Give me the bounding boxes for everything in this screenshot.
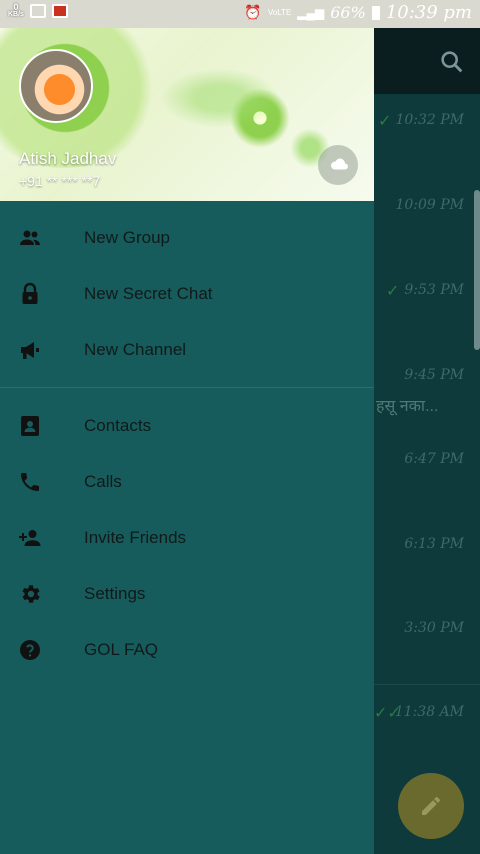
menu-divider [0, 387, 374, 388]
avatar[interactable] [19, 49, 93, 123]
menu-label: GOL FAQ [84, 640, 159, 659]
phone-icon [21, 473, 39, 491]
menu-label: Invite Friends [84, 528, 187, 547]
network-label: VoLTE [267, 8, 292, 17]
drawer-header: Atish Jadhav +91 ** *** **7 [0, 28, 374, 201]
chat-row[interactable]: 3:30 PM [374, 620, 480, 640]
chat-snippet: हसू नका... [376, 398, 439, 415]
menu-item-contacts[interactable]: Contacts [0, 398, 374, 454]
chat-time: 9:45 PM [404, 367, 464, 383]
menu-item-settings[interactable]: Settings [0, 566, 374, 622]
header-decoration [160, 68, 280, 128]
chat-row[interactable]: 9:45 PM [374, 367, 480, 387]
gear-icon [22, 585, 40, 603]
alarm-icon: ⏰ [244, 4, 262, 20]
signal-icon: ▂▄▆ [297, 5, 325, 20]
check-icon: ✓ [386, 283, 400, 300]
chat-time: 9:53 PM [404, 282, 464, 298]
gallery-icon [29, 4, 46, 18]
navigation-drawer: Atish Jadhav +91 ** *** **7 New Group Ne… [0, 28, 374, 854]
megaphone-icon [21, 342, 39, 359]
chat-row[interactable]: ✓✓ 11:38 AM [374, 704, 480, 724]
app-notification-icon [51, 4, 68, 18]
clock: 10:39 pm [385, 2, 472, 23]
chat-time: 11:38 AM [394, 704, 464, 720]
user-phone: +91 ** *** **7 [19, 173, 101, 189]
menu-item-new-channel[interactable]: New Channel [0, 322, 374, 378]
chat-time: 6:47 PM [404, 451, 464, 467]
battery-level: 66% [330, 3, 366, 22]
saved-messages-button[interactable] [318, 145, 358, 185]
chat-row[interactable]: 6:47 PM [374, 451, 480, 471]
cloud-icon [331, 158, 348, 170]
chat-divider [374, 684, 480, 685]
contact-card-icon [21, 416, 39, 436]
check-icon: ✓ [378, 113, 392, 130]
status-bar: 0 KB/s ⏰ VoLTE ▂▄▆ 66% 10:39 pm [0, 0, 480, 28]
menu-item-calls[interactable]: Calls [0, 454, 374, 510]
chat-time: 6:13 PM [404, 536, 464, 552]
chat-time: 10:09 PM [395, 197, 464, 213]
question-icon [20, 640, 40, 660]
menu-label: New Group [84, 228, 170, 247]
chat-row[interactable]: 10:09 PM [374, 197, 480, 217]
search-icon[interactable] [438, 48, 466, 76]
menu-item-new-group[interactable]: New Group [0, 210, 374, 266]
menu-label: New Channel [84, 340, 187, 359]
drawer-menu: New Group New Secret Chat New Channel Co [0, 210, 374, 678]
battery-icon [371, 5, 380, 20]
chat-row[interactable]: ✓ 10:32 PM [374, 112, 480, 132]
compose-button[interactable] [398, 773, 464, 839]
menu-item-faq[interactable]: GOL FAQ [0, 622, 374, 678]
add-person-icon [19, 530, 41, 546]
chat-row[interactable]: 6:13 PM [374, 536, 480, 556]
menu-label: Settings [84, 584, 146, 603]
menu-item-new-secret-chat[interactable]: New Secret Chat [0, 266, 374, 322]
menu-label: Calls [84, 472, 122, 491]
net-speed: 0 KB/s [8, 2, 24, 19]
lock-icon [22, 282, 38, 304]
group-icon [20, 230, 40, 245]
chat-row[interactable]: ✓ 9:53 PM [374, 282, 480, 302]
menu-item-invite-friends[interactable]: Invite Friends [0, 510, 374, 566]
chat-time: 10:32 PM [395, 112, 464, 128]
menu-label: New Secret Chat [84, 284, 213, 303]
menu-label: Contacts [84, 416, 152, 435]
chat-time: 3:30 PM [404, 620, 464, 636]
user-name: Atish Jadhav [19, 149, 117, 168]
pencil-icon [422, 796, 441, 815]
